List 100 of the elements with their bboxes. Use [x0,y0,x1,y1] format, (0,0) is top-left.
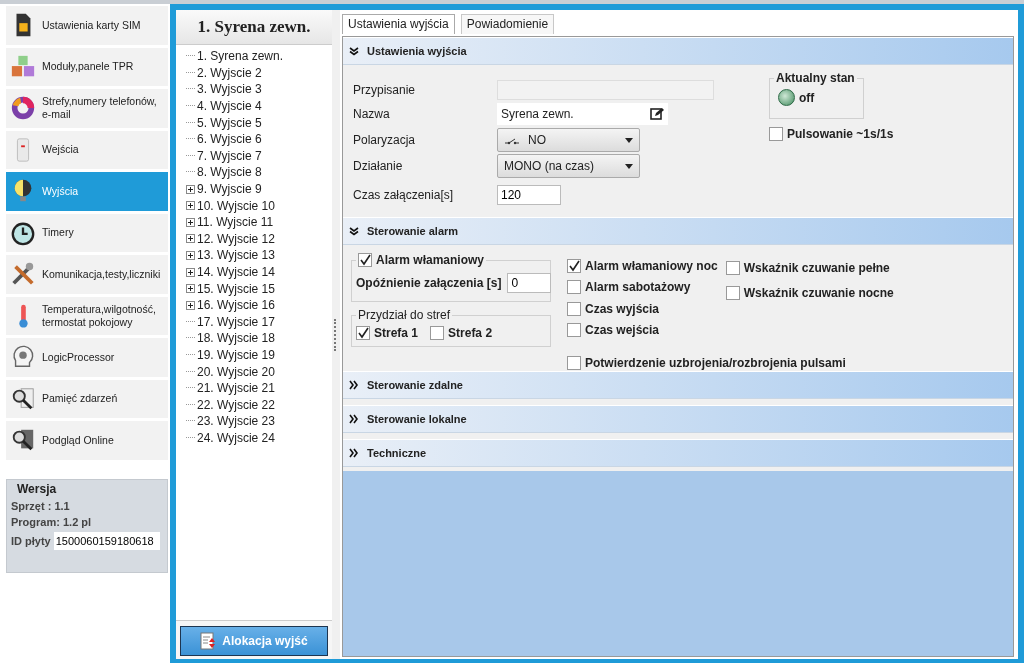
section-header[interactable]: Techniczne [343,439,1013,467]
section-header[interactable]: Ustawienia wyjścia [343,37,1013,65]
sidebar-item[interactable]: Wejścia [6,130,168,169]
chevron-icon [349,226,359,236]
tree-item[interactable]: 2. Wyjscie 2 [197,65,262,80]
checkbox[interactable] [567,258,581,273]
field-label: Nazwa [353,107,391,121]
checkbox-label: Czas wyjścia [585,301,660,316]
sidebar-item[interactable]: Moduły,panele TPR [6,47,168,86]
section-header[interactable]: Sterowanie alarm [343,217,1013,245]
sidebar-item[interactable]: Pamięć zdarzeń [6,379,168,418]
tree-item[interactable]: 17. Wyjscie 17 [197,314,275,329]
checkbox-label: Wskaźnik czuwanie nocne [743,285,894,300]
checkbox[interactable] [358,253,372,267]
tree-item[interactable]: 8. Wyjscie 8 [197,165,262,180]
tree-item[interactable]: 21. Wyjscie 21 [197,381,275,396]
tree-item[interactable]: 13. Wyjscie 13 [197,248,275,263]
chevron-icon [349,448,359,458]
expand-icon[interactable] [186,250,195,260]
state-text: off [799,90,815,105]
program-version: Program: 1.2 pl [11,515,93,528]
selected-output-title: 1. Syrena zewn. [176,10,332,45]
caret-icon [625,163,633,169]
on-time-field[interactable]: 120 [497,185,561,205]
checkbox-label: Alarm sabotażowy [585,280,691,295]
sidebar-item[interactable]: LogicProcessor [6,338,168,377]
checkbox[interactable] [725,260,740,275]
expand-icon[interactable] [186,267,195,277]
tree-item[interactable]: 18. Wyjscie 18 [197,331,275,346]
group-title: Przydział do stref [357,308,452,322]
expand-icon[interactable] [186,234,195,244]
ring-chart-icon [10,95,36,122]
edit-icon[interactable] [650,107,664,121]
checkbox-label: Potwierdzenie uzbrojenia/rozbrojenia pulsami [585,356,846,370]
delay-field[interactable]: 0 [507,273,552,293]
section-header[interactable]: Sterowanie zdalne [343,371,1013,399]
sidebar-item[interactable]: Ustawienia karty SIM [6,6,168,45]
hardware-version: Sprzęt : 1.1 [11,499,71,512]
tree-item[interactable]: 9. Wyjscie 9 [197,182,262,197]
tree-item[interactable]: 22. Wyjscie 22 [197,397,275,412]
checkbox-label: Wskaźnik czuwanie pełne [743,260,890,275]
tree-item[interactable]: 15. Wyjscie 15 [197,281,275,296]
checkbox[interactable] [567,301,581,316]
checkbox[interactable] [356,326,370,340]
document-arrows-icon [200,632,217,650]
sidebar-item[interactable]: Podgląd Online [6,421,168,460]
tree-item[interactable]: 24. Wyjscie 24 [197,430,275,445]
caret-icon [625,137,633,143]
expand-icon[interactable] [186,217,195,227]
chevron-icon [349,380,359,390]
tree-item[interactable]: 3. Wyjscie 3 [197,82,262,97]
tree-item[interactable]: 1. Syrena zewn. [197,49,284,64]
checkbox[interactable] [769,127,783,141]
version-title: Wersja [16,481,58,496]
chevron-icon [349,46,359,56]
sidebar-item[interactable]: Komunikacja,testy,liczniki [6,255,168,294]
checkbox[interactable] [430,326,445,340]
tree-item[interactable]: 20. Wyjscie 20 [197,364,275,379]
tree-item[interactable]: 12. Wyjscie 12 [197,231,275,246]
sidebar-item[interactable]: Timery [6,213,168,252]
expand-icon[interactable] [186,300,195,310]
checkbox-label: Pulsowanie ~1s/1s [787,127,894,141]
expand-icon[interactable] [186,184,195,194]
checkbox[interactable] [567,280,581,295]
tab[interactable]: Ustawienia wyjścia [342,14,455,34]
field-label: Opóźnienie załączenia [s] [356,276,502,290]
action-dropdown[interactable]: MONO (na czas) [497,154,640,178]
tree-item[interactable]: 7. Wyjscie 7 [197,148,262,163]
polarization-dropdown[interactable]: NO [497,128,640,152]
field-label: Działanie [353,159,404,173]
tree-item[interactable]: 6. Wyjscie 6 [197,132,262,147]
tab[interactable]: Powiadomienie [460,14,555,34]
sidebar-item[interactable]: Temperatura,wilgotność, termostat pokojowy [6,296,168,335]
expand-icon[interactable] [186,201,195,211]
group-title: Aktualny stan [775,71,856,85]
checkbox[interactable] [567,356,581,370]
field-label: Czas załączenia[s] [353,188,455,202]
field-label: Polaryzacja [353,133,417,147]
tree-item[interactable]: 5. Wyjscie 5 [197,115,262,130]
checkbox[interactable] [567,323,581,338]
section-header[interactable]: Sterowanie lokalne [343,405,1013,433]
tree-item[interactable]: 19. Wyjscie 19 [197,348,275,362]
board-id-label: ID płyty [11,534,51,547]
sidebar-item[interactable]: Strefy,numery telefonów, e-mail [6,89,168,128]
tree-item[interactable]: 10. Wyjscie 10 [197,198,275,213]
checkbox[interactable] [725,285,740,300]
tree-item[interactable]: 23. Wyjscie 23 [197,414,275,429]
chevron-icon [349,414,359,424]
tree-item[interactable]: 16. Wyjscie 16 [197,298,275,313]
tree-item[interactable]: 4. Wyjscie 4 [197,99,262,114]
board-id-field[interactable]: 1500060159180618 [53,531,160,550]
name-field[interactable]: Syrena zewn. [497,103,668,125]
tree-item[interactable]: 14. Wyjscie 14 [197,265,275,279]
checkbox-label: Alarm włamaniowy [376,253,485,267]
checkbox-label: Strefa 1 [374,326,419,340]
tree-item[interactable]: 11. Wyjscie 11 [197,215,274,230]
checkbox-label: Alarm włamaniowy noc [585,258,718,273]
field-label: Przypisanie [353,83,417,97]
expand-icon[interactable] [186,284,195,294]
magnifier-document-icon [10,385,36,412]
